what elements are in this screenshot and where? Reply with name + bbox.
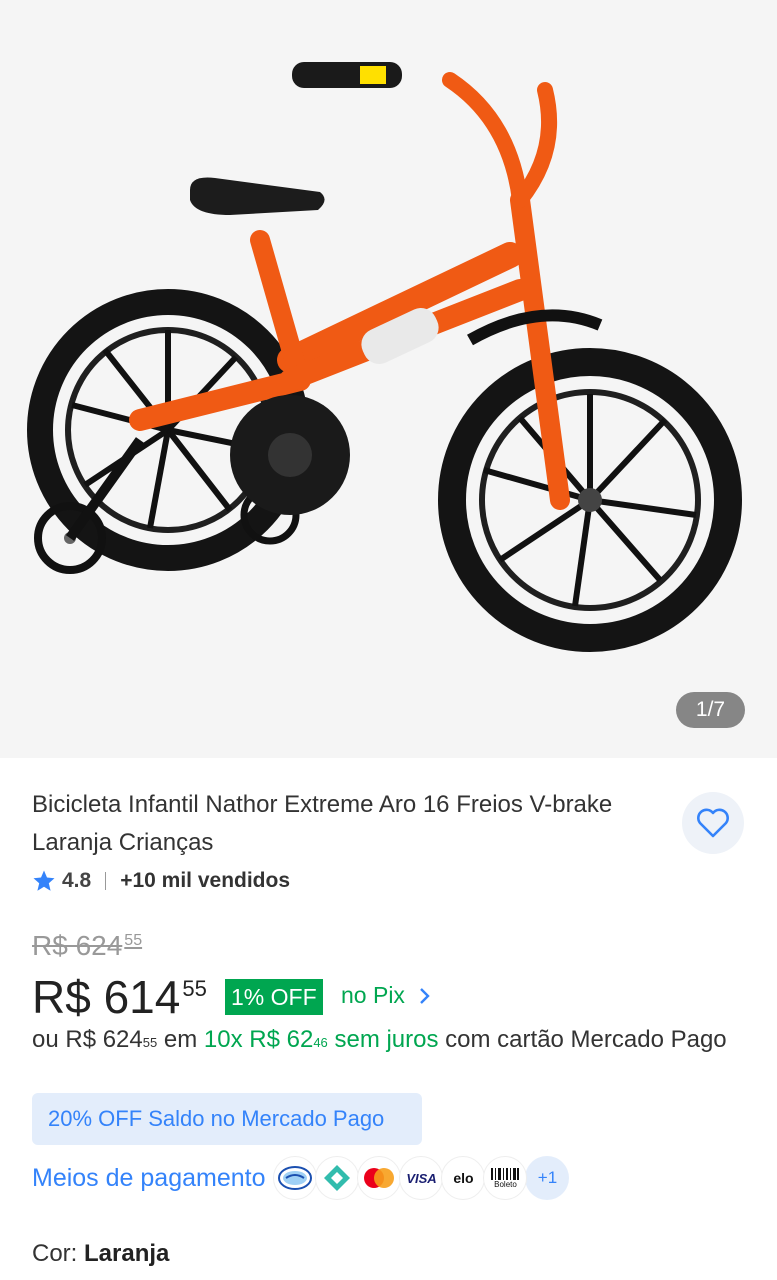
original-price: R$ 624 55 — [32, 930, 143, 961]
color-selection[interactable]: Cor: Laranja — [32, 1240, 169, 1268]
color-value: Laranja — [84, 1240, 170, 1267]
mastercard-icon — [357, 1156, 402, 1200]
color-label: Cor: — [32, 1240, 78, 1267]
chevron-right-icon — [420, 987, 430, 1004]
product-gallery[interactable]: 1/7 — [0, 0, 777, 758]
heart-icon — [697, 808, 729, 838]
front-wheel — [438, 348, 742, 652]
divider — [105, 872, 107, 890]
more-payment-methods[interactable]: +1 — [525, 1156, 570, 1200]
current-price: R$ 61455 — [32, 971, 207, 1023]
payment-methods-link[interactable]: Meios de pagamento — [32, 1164, 265, 1193]
rating-value: 4.8 — [62, 869, 92, 892]
payment-methods-row[interactable]: Meios de pagamento VISA elo Boleto +1 — [32, 1155, 570, 1201]
favorite-button[interactable] — [682, 792, 744, 854]
seat — [190, 177, 325, 215]
pix-icon — [315, 1156, 360, 1200]
discount-badge: 1% OFF — [225, 979, 323, 1015]
rating-row[interactable]: 4.8 +10 mil vendidos — [32, 866, 290, 896]
image-counter: 1/7 — [676, 692, 745, 728]
product-title: Bicicleta Infantil Nathor Extreme Aro 16… — [32, 791, 613, 856]
pix-link[interactable]: no Pix — [341, 982, 431, 1009]
boleto-icon: Boleto — [483, 1156, 528, 1200]
bike-image — [27, 62, 742, 652]
promo-badge: 20% OFF Saldo no Mercado Pago — [32, 1093, 422, 1145]
mercado-pago-icon — [273, 1156, 318, 1200]
sold-count: +10 mil vendidos — [120, 869, 291, 892]
installments-info: ou R$ 62455 em 10x R$ 6246 sem juros com… — [32, 1026, 727, 1053]
pix-label: no Pix — [341, 982, 405, 1008]
elo-icon: elo — [441, 1156, 486, 1200]
visa-icon: VISA — [399, 1156, 444, 1200]
star-icon — [33, 870, 55, 891]
